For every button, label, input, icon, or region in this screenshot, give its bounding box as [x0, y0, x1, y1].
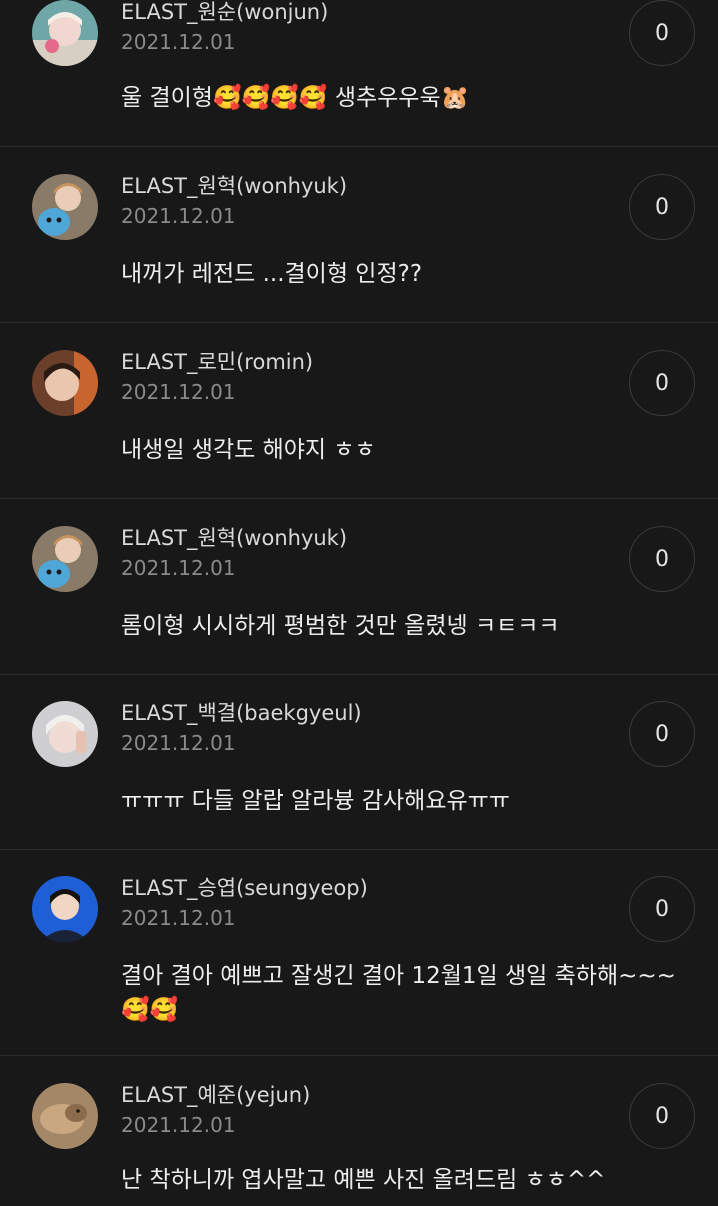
like-count: 0	[655, 370, 669, 396]
comment-item: ELAST_로민(romin) 2021.12.01 내생일 생각도 해야지 ㅎ…	[0, 323, 718, 499]
comment-username[interactable]: ELAST_로민(romin)	[121, 350, 313, 374]
like-count: 0	[655, 546, 669, 572]
comment-username[interactable]: ELAST_원혁(wonhyuk)	[121, 526, 347, 550]
comment-text: 내꺼가 레전드 ...결이형 인정??	[121, 261, 423, 287]
comment-text: ㅠㅠㅠ 다들 알랍 알라븅 감사해요유ㅠㅠ	[121, 788, 510, 814]
like-button[interactable]: 0	[629, 174, 695, 240]
comment-text: 울 결이형🥰🥰🥰🥰 생추우우욱🐹	[121, 85, 470, 111]
like-button[interactable]: 0	[629, 526, 695, 592]
comment-text: 난 착하니까 엽사말고 예쁜 사진 올려드림 ㅎㅎ^^	[121, 1167, 606, 1193]
comment-date: 2021.12.01	[121, 556, 236, 580]
like-button[interactable]: 0	[629, 1083, 695, 1149]
like-count: 0	[655, 721, 669, 747]
comment-username[interactable]: ELAST_승엽(seungyeop)	[121, 876, 368, 900]
comment-text: 결아 결아 예쁘고 잘생긴 결아 12월1일 생일 축하해~~~🥰🥰	[121, 963, 676, 1023]
comment-date: 2021.12.01	[121, 906, 236, 930]
comment-item: ELAST_예준(yejun) 2021.12.01 난 착하니까 엽사말고 예…	[0, 1056, 718, 1206]
comment-item: ELAST_백결(baekgyeul) 2021.12.01 ㅠㅠㅠ 다들 알랍…	[0, 675, 718, 850]
like-button[interactable]: 0	[629, 876, 695, 942]
like-count: 0	[655, 1103, 669, 1129]
like-button[interactable]: 0	[629, 350, 695, 416]
like-count: 0	[655, 194, 669, 220]
avatar[interactable]	[32, 0, 98, 66]
comment-username[interactable]: ELAST_백결(baekgyeul)	[121, 701, 362, 725]
comment-item: ELAST_승엽(seungyeop) 2021.12.01 결아 결아 예쁘고…	[0, 850, 718, 1056]
comment-text: 내생일 생각도 해야지 ㅎㅎ	[121, 437, 376, 463]
avatar[interactable]	[32, 876, 98, 942]
comment-item: ELAST_원순(wonjun) 2021.12.01 울 결이형🥰🥰🥰🥰 생추…	[0, 0, 718, 147]
comment-date: 2021.12.01	[121, 380, 236, 404]
comment-username[interactable]: ELAST_원혁(wonhyuk)	[121, 174, 347, 198]
avatar[interactable]	[32, 1083, 98, 1149]
avatar[interactable]	[32, 701, 98, 767]
comment-feed: ELAST_원순(wonjun) 2021.12.01 울 결이형🥰🥰🥰🥰 생추…	[0, 0, 718, 1200]
comment-date: 2021.12.01	[121, 731, 236, 755]
avatar[interactable]	[32, 350, 98, 416]
avatar[interactable]	[32, 526, 98, 592]
comment-date: 2021.12.01	[121, 1113, 236, 1137]
comment-item: ELAST_원혁(wonhyuk) 2021.12.01 롬이형 시시하게 평범…	[0, 499, 718, 675]
comment-item: ELAST_원혁(wonhyuk) 2021.12.01 내꺼가 레전드 ...…	[0, 147, 718, 323]
comment-username[interactable]: ELAST_원순(wonjun)	[121, 0, 328, 24]
comment-text: 롬이형 시시하게 평범한 것만 올렸넹 ㅋㅌㅋㅋ	[121, 613, 560, 639]
like-button[interactable]: 0	[629, 0, 695, 66]
like-count: 0	[655, 20, 669, 46]
comment-date: 2021.12.01	[121, 204, 236, 228]
avatar[interactable]	[32, 174, 98, 240]
comment-username[interactable]: ELAST_예준(yejun)	[121, 1083, 310, 1107]
like-count: 0	[655, 896, 669, 922]
comment-date: 2021.12.01	[121, 30, 236, 54]
like-button[interactable]: 0	[629, 701, 695, 767]
